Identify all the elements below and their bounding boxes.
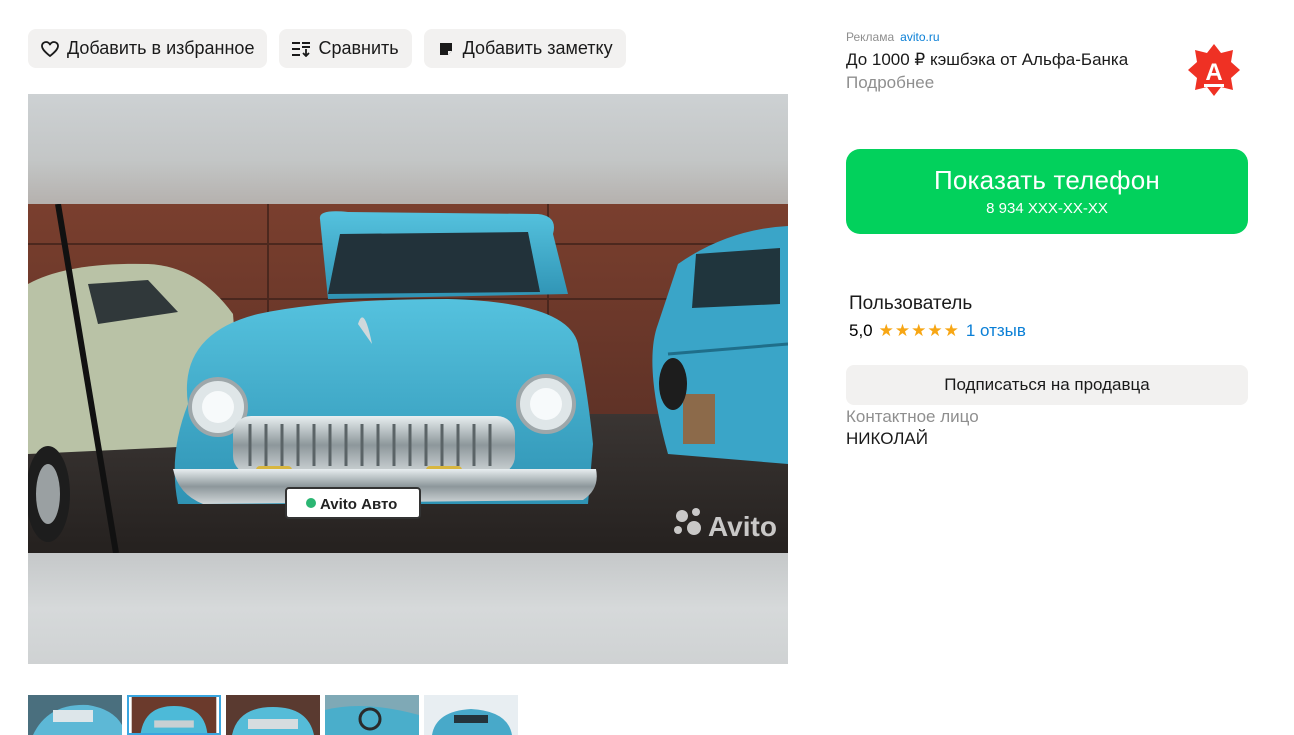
photo-gallery[interactable]: Avito Авто Avito	[28, 94, 788, 664]
compare-icon	[292, 40, 311, 58]
alfa-bank-logo-letter: А	[1205, 59, 1222, 86]
plate-text: Avito Авто	[320, 496, 397, 513]
thumbnail-strip	[28, 695, 518, 735]
show-phone-label: Показать телефон	[933, 165, 1160, 195]
heart-icon	[41, 40, 59, 58]
listing-actions: Добавить в избранное Сравнить Добавить з…	[28, 29, 626, 68]
subscribe-seller-label: Подписаться на продавца	[944, 375, 1150, 394]
ad-title[interactable]: До 1000 ₽ кэшбэка от Альфа-Банка	[846, 50, 1246, 70]
thumbnail-2[interactable]	[127, 695, 221, 735]
ad-more-link[interactable]: Подробнее	[846, 73, 1246, 93]
add-to-favorites-label: Добавить в избранное	[67, 38, 255, 58]
contact-person-label: Контактное лицо	[846, 407, 979, 426]
reviews-link[interactable]: 1 отзыв	[966, 321, 1026, 341]
thumbnail-3[interactable]	[226, 695, 320, 735]
add-note-label: Добавить заметку	[462, 38, 613, 58]
blurred-photo-bottom	[28, 553, 788, 664]
seller-rating: 5,0 ★★★★★ 1 отзыв	[849, 321, 1026, 341]
thumbnail-1[interactable]	[28, 695, 122, 735]
phone-number-masked: 8 934 XXX-XX-XX	[986, 200, 1108, 217]
alfa-bank-logo-icon: А	[1188, 44, 1240, 96]
ad-source-link[interactable]: avito.ru	[900, 30, 939, 44]
thumbnail-4[interactable]	[325, 695, 419, 735]
main-photo[interactable]: Avito Авто Avito	[28, 204, 788, 553]
add-note-button[interactable]: Добавить заметку	[423, 29, 626, 68]
contact-person-name: НИКОЛАЙ	[846, 429, 928, 448]
thumbnail-5[interactable]	[424, 695, 518, 735]
avito-watermark: Avito	[708, 511, 777, 542]
rating-value: 5,0	[849, 321, 873, 340]
subscribe-seller-button[interactable]: Подписаться на продавца	[846, 365, 1248, 405]
note-icon	[437, 40, 455, 58]
ad-label: Реклама avito.ru	[846, 30, 1246, 44]
rating-stars-icon: ★★★★★	[878, 321, 960, 340]
ad-label-text: Реклама	[846, 30, 895, 44]
show-phone-button[interactable]: Показать телефон 8 934 XXX-XX-XX	[846, 149, 1248, 234]
compare-button[interactable]: Сравнить	[279, 29, 412, 68]
seller-info: Пользователь 5,0 ★★★★★ 1 отзыв	[849, 293, 1026, 341]
add-to-favorites-button[interactable]: Добавить в избранное	[28, 29, 268, 68]
compare-label: Сравнить	[318, 38, 399, 58]
seller-name[interactable]: Пользователь	[849, 293, 1026, 315]
blurred-photo-top	[28, 94, 788, 204]
contact-person: Контактное лицо НИКОЛАЙ	[846, 407, 979, 449]
ad-banner[interactable]: Реклама avito.ru До 1000 ₽ кэшбэка от Аль…	[846, 30, 1246, 100]
